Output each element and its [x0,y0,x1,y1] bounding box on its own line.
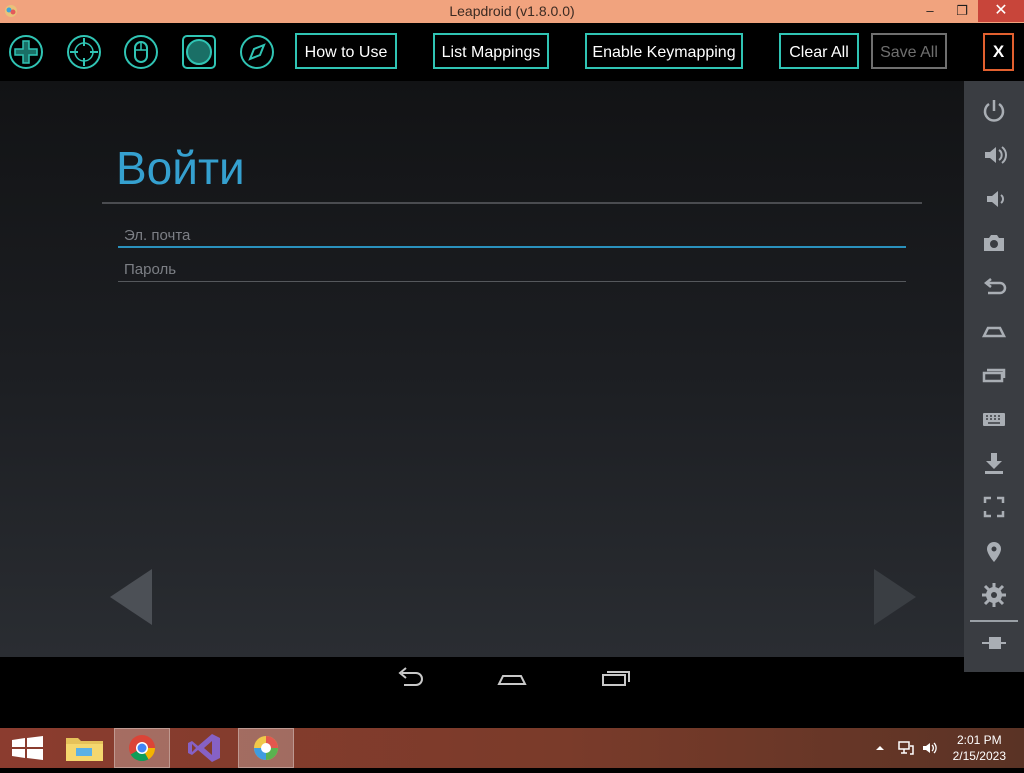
compass-icon[interactable] [239,34,275,70]
visual-studio-icon[interactable] [176,728,232,768]
show-hidden-icons-icon[interactable] [874,742,886,754]
location-icon[interactable] [978,537,1010,565]
list-mappings-button[interactable]: List Mappings [433,33,549,69]
clock-date: 2/15/2023 [952,749,1006,763]
chrome-taskbar-button[interactable] [114,728,170,768]
clock-time: 2:01 PM [956,733,1002,747]
mouse-icon[interactable] [123,34,159,70]
power-icon[interactable] [978,97,1010,125]
leapdroid-icon [254,736,278,760]
pin-icon[interactable] [978,629,1010,657]
fullscreen-icon[interactable] [978,493,1010,521]
password-field[interactable]: Пароль [118,258,906,282]
leapdroid-taskbar-button[interactable] [238,728,294,768]
restore-button[interactable]: ❐ [946,0,978,22]
previous-arrow-icon[interactable] [108,567,154,627]
window-title: Leapdroid (v1.8.0.0) [449,3,575,19]
chrome-icon [129,735,156,762]
enable-keymapping-button[interactable]: Enable Keymapping [585,33,743,69]
dpad-icon[interactable] [8,34,44,70]
crosshair-icon[interactable] [66,34,102,70]
next-arrow-icon[interactable] [872,567,918,627]
title-divider [102,202,922,204]
android-screen[interactable]: Войти Эл. почта Пароль [0,81,964,657]
minimize-button[interactable]: – [914,0,946,22]
email-field[interactable]: Эл. почта [118,224,906,248]
home-icon[interactable] [978,317,1010,345]
keyboard-icon[interactable] [978,405,1010,433]
home-icon[interactable] [496,667,528,689]
panel-divider [970,620,1018,622]
start-icon[interactable] [0,728,56,768]
camera-icon[interactable] [978,229,1010,257]
settings-icon[interactable] [978,581,1010,609]
how-to-use-button[interactable]: How to Use [295,33,397,69]
recent-apps-icon[interactable] [978,361,1010,389]
save-all-button[interactable]: Save All [871,33,947,69]
network-icon[interactable] [897,740,915,756]
volume-icon[interactable] [921,740,939,756]
page-title: Войти [116,142,245,194]
back-icon[interactable] [978,273,1010,301]
volume-down-icon[interactable] [978,185,1010,213]
clear-all-button[interactable]: Clear All [779,33,859,69]
system-clock[interactable]: 2:01 PM 2/15/2023 [953,732,1006,764]
back-icon[interactable] [394,667,426,689]
recent-apps-icon[interactable] [599,667,631,689]
download-icon[interactable] [978,449,1010,477]
keymapping-toolbar: How to Use List Mappings Enable Keymappi… [0,23,1024,81]
file-explorer-icon[interactable] [56,728,112,768]
emulator-side-panel [964,81,1024,672]
windows-taskbar: 2:01 PM 2/15/2023 [0,728,1024,768]
android-navbar [0,657,964,728]
close-window-button[interactable]: ✕ [978,0,1024,22]
volume-up-icon[interactable] [978,141,1010,169]
window-titlebar[interactable]: Leapdroid (v1.8.0.0) – ❐ ✕ [0,0,1024,23]
close-keymapping-button[interactable]: X [983,33,1014,71]
circle-button-icon[interactable] [181,34,217,70]
